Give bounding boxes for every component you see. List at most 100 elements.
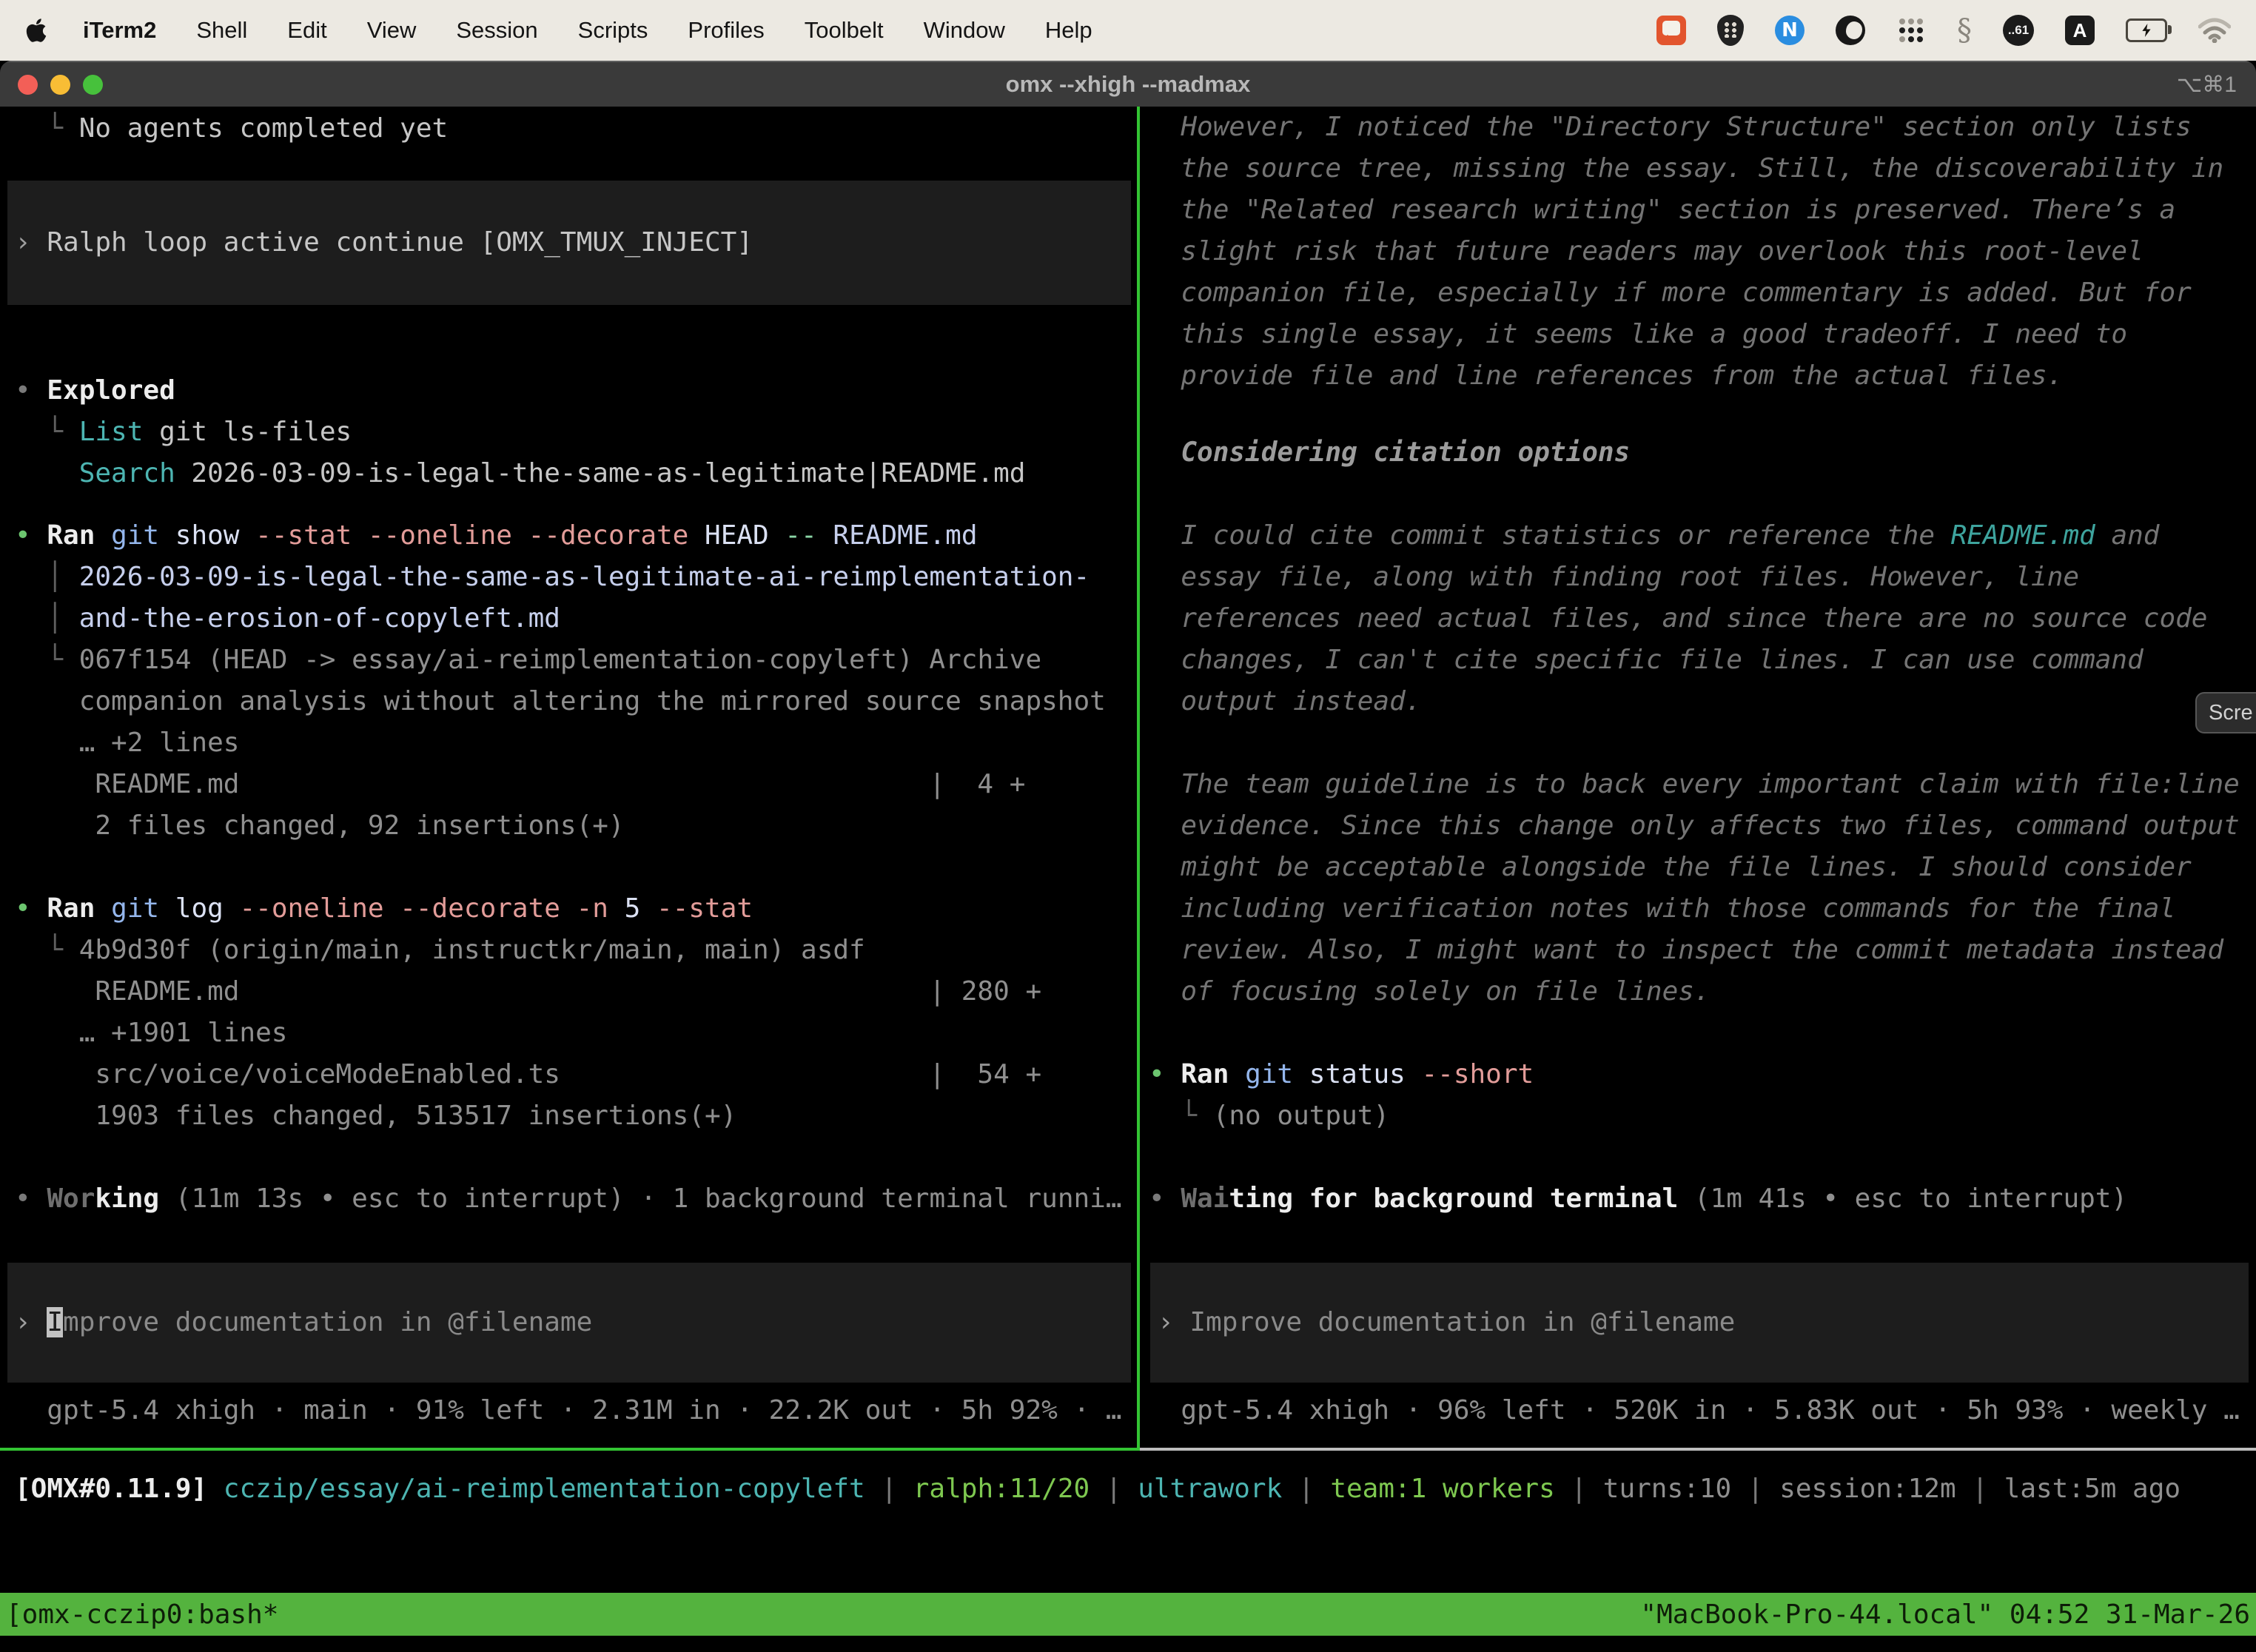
reasoning-heading: Considering citation options [1149,432,1630,474]
terminal-line: │ 2026-03-09-is-legal-the-same-as-legiti… [15,557,1106,598]
pane-divider-vertical[interactable] [1137,107,1140,1451]
blue-badge-icon[interactable]: N [1775,16,1805,45]
reasoning-paragraph-2: I could cite commit statistics or refere… [1149,515,2207,722]
wifi-icon[interactable] [2198,18,2231,43]
text-segment: • [15,893,47,924]
reasoning-paragraph-3: The team guideline is to back every impo… [1149,764,2240,1013]
session-stats-left: gpt-5.4 xhigh · main · 91% left · 2.31M … [15,1390,1122,1431]
text-segment: --stat --oneline --decorate [239,520,688,551]
terminal-line: changes, I can't cite specific file line… [1149,639,2207,681]
waiting-status-line: • Waiting for background terminal (1m 41… [1149,1178,2127,1220]
terminal-line: companion analysis without altering the … [15,681,1106,722]
text-segment: 5 [608,893,640,924]
text-segment: 067f154 (HEAD -> essay/ai-reimplementati… [79,645,1041,675]
text-segment: I could cite commit statistics or refere… [1149,520,1951,551]
text-segment: review. Also, I might want to inspect th… [1149,935,2223,965]
menubar-item-window[interactable]: Window [924,17,1005,43]
text-segment: README.md | 4 + [15,769,1025,799]
text-segment: └ [15,417,79,447]
text-segment: the "Related research writing" section i… [1149,195,2175,225]
menubar-item-iterm2[interactable]: iTerm2 [83,17,156,43]
prompt-input-left[interactable]: › Improve documentation in @filename [7,1263,1131,1383]
text-segment: › [15,227,47,258]
text-segment: Ran [1181,1059,1229,1089]
terminal-line: Search 2026-03-09-is-legal-the-same-as-l… [15,453,1025,494]
omx-status-bar: [OMX#0.11.9] cczip/essay/ai-reimplementa… [15,1468,2256,1510]
terminal-line: README.md | 280 + [15,971,1041,1013]
terminal-line: gpt-5.4 xhigh · 96% left · 520K in · 5.8… [1149,1390,2240,1431]
text-segment: | [1555,1474,1603,1504]
text-segment: provide file and line references from th… [1149,360,2063,391]
terminal-line: • Explored [15,370,1025,412]
text-segment: -- [769,520,817,551]
text-segment: gpt-5.4 xhigh · main · 91% left · 2.31M … [15,1395,1122,1426]
text-segment: └ [15,935,79,965]
text-segment: I [47,1307,63,1337]
squiggle-icon[interactable]: § [1957,16,1972,45]
text-segment: companion file, especially if more comme… [1149,278,2192,308]
dark-crescent-icon[interactable] [1836,16,1865,45]
iterm2-window: omx --xhigh --madmax ⌥⌘1 └ No agents com… [0,61,2256,1652]
text-segment: turns:10 [1603,1474,1731,1504]
terminal-line: might be acceptable alongside the file l… [1149,847,2240,888]
pane-right[interactable]: However, I noticed the "Directory Struct… [1143,107,2256,1448]
text-segment: • [1149,1059,1181,1089]
menubar-items: iTerm2 Shell Edit View Session Scripts Profile… [83,17,1132,44]
menubar-item-help[interactable]: Help [1045,17,1092,43]
tmux-status-bar[interactable]: [omx-cczip0:bash* "MacBook-Pro-44.local"… [0,1593,2256,1636]
terminal-line: • Ran git log --oneline --decorate -n 5 … [15,888,1041,930]
text-segment: The team guideline is to back every impo… [1149,769,2240,799]
terminal-line: output instead. [1149,681,2207,722]
text-segment: Wai [1181,1183,1229,1214]
text-segment: └ [15,113,79,144]
text-segment: README.md [817,520,978,551]
terminal-area[interactable]: └ No agents completed yet › Ralph loop a… [0,107,2256,1652]
terminal-line: the source tree, missing the essay. Stil… [1149,148,2223,189]
apple-icon[interactable] [25,17,47,44]
text-segment: changes, I can't cite specific file line… [1149,645,2143,675]
prompt-input-right[interactable]: › Improve documentation in @filename [1150,1263,2249,1383]
menubar-item-view[interactable]: View [367,17,417,43]
text-segment: However, I noticed the "Directory Struct… [1149,112,2192,142]
menubar-item-session[interactable]: Session [456,17,537,43]
battery-icon[interactable] [2126,19,2167,42]
text-segment: | [1956,1474,2004,1504]
close-button[interactable] [18,75,38,95]
text-segment: --oneline --decorate -n [224,893,608,924]
screen-share-tooltip-label: Scre [2209,701,2253,725]
text-segment: mprove documentation in @filename [63,1307,592,1337]
menubar-item-scripts[interactable]: Scripts [578,17,648,43]
a-square-icon[interactable]: A [2065,16,2095,45]
text-segment: git ls-files [143,417,352,447]
menubar-item-toolbelt[interactable]: Toolbelt [805,17,884,43]
badge-61-icon[interactable]: ..61 [2003,15,2034,46]
text-segment: List [79,417,144,447]
pane-left[interactable]: └ No agents completed yet › Ralph loop a… [0,107,1137,1448]
text-segment: | [865,1474,913,1504]
terminal-line: └ 067f154 (HEAD -> essay/ai-reimplementa… [15,639,1106,681]
text-segment: team:1 workers [1330,1474,1554,1504]
chat-app-icon[interactable] [1656,16,1686,45]
text-segment: … +1901 lines [15,1018,287,1048]
ralph-injected-prompt[interactable]: › Ralph loop active continue [OMX_TMUX_I… [7,181,1131,305]
terminal-line: essay file, along with finding root file… [1149,557,2207,598]
menubar-item-shell[interactable]: Shell [196,17,247,43]
text-segment: 2026-03-09-is-legal-the-same-as-legitima… [79,562,1090,592]
terminal-line: … +1901 lines [15,1013,1041,1054]
macos-menubar: iTerm2 Shell Edit View Session Scripts Profile… [0,0,2256,61]
dots-grid-icon[interactable] [1896,16,1926,45]
menubar-item-edit[interactable]: Edit [287,17,326,43]
terminal-line: • Working (11m 13s • esc to interrupt) ·… [15,1178,1122,1220]
zoom-button[interactable] [83,75,103,95]
menubar-item-profiles[interactable]: Profiles [688,17,764,43]
terminal-line: 1903 files changed, 513517 insertions(+) [15,1095,1041,1137]
terminal-line: › Ralph loop active continue [OMX_TMUX_I… [15,222,1131,263]
shield-grid-icon[interactable] [1717,15,1744,46]
text-segment: └ [1149,1101,1213,1131]
window-titlebar[interactable]: omx --xhigh --madmax ⌥⌘1 [0,61,2256,107]
text-segment: last:5m ago [2004,1474,2181,1504]
text-segment: ralph:11/20 [913,1474,1090,1504]
text-segment: › [15,1307,47,1337]
minimize-button[interactable] [50,75,70,95]
text-segment: git [95,520,159,551]
